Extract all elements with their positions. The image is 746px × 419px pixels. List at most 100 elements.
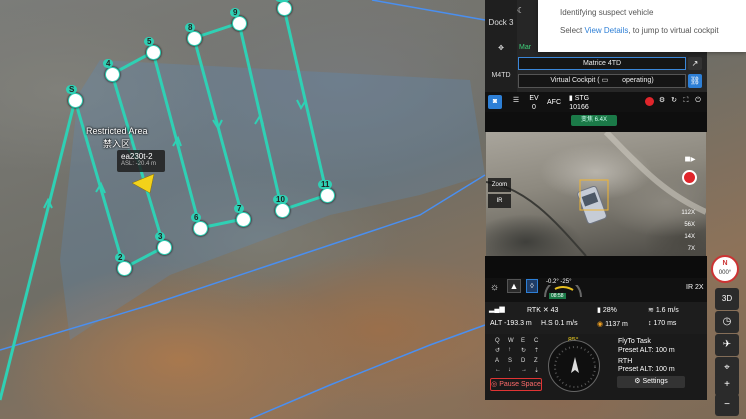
waypoint-marker[interactable]: 7 — [234, 204, 251, 227]
camera-icon[interactable]: ◙ — [488, 95, 502, 109]
cam-zoom-button[interactable]: Zoom — [488, 178, 511, 192]
camera-feed[interactable]: Zoom IR — [486, 132, 706, 256]
geofence-boundary-2 — [249, 324, 486, 419]
arrow-key-icon[interactable]: ↓ — [508, 367, 511, 373]
ir-zoom-level: IR 2X — [686, 284, 704, 291]
camera-toolbar: ◙ ☰ EV 0 AFC ▮ STG 10166 ⚙ ↻ ⛶ ⏻ — [485, 92, 707, 112]
key-w[interactable]: W — [508, 338, 514, 344]
battery-icon: ▮ — [597, 307, 601, 314]
waypoint-number: 10 — [273, 195, 288, 204]
settings-button[interactable]: ⚙ Settings — [617, 376, 685, 388]
refresh-icon[interactable]: ↻ — [669, 96, 679, 105]
view-3d-button[interactable]: 3D — [715, 288, 739, 310]
arrow-key-icon[interactable]: ↻ — [521, 347, 526, 354]
waypoint-marker[interactable]: 5 — [144, 37, 161, 60]
waypoint-marker[interactable]: 9 — [230, 8, 247, 31]
aircraft-model-short[interactable]: M4TD — [485, 72, 517, 79]
ev-label: EV — [529, 95, 539, 102]
waypoint-marker[interactable]: S — [66, 85, 83, 108]
waypoint-marker[interactable]: 12 — [275, 0, 292, 16]
compass-north: N — [722, 260, 728, 267]
pause-button[interactable]: ◎ Pause Space — [490, 378, 542, 391]
storage-indicator: ▮ STG 10166 — [567, 94, 591, 112]
aircraft-model-select[interactable]: Matrice 4TD — [518, 57, 686, 70]
arrow-key-icon[interactable]: ← — [495, 367, 501, 373]
drone-icon: ✥ — [498, 45, 504, 52]
arrow-key-icon[interactable]: ⇡ — [534, 347, 539, 354]
waypoint-marker[interactable]: 10 — [273, 195, 290, 218]
virtual-cockpit-status: operating) — [622, 77, 654, 84]
dial-graphic — [554, 346, 596, 388]
waypoint-number: 5 — [144, 37, 155, 46]
waypoint-number: 4 — [103, 59, 114, 68]
virtual-cockpit-button[interactable]: Virtual Cockpit ( ▭ operating) — [518, 74, 686, 88]
zoom-out-button[interactable]: − — [715, 394, 739, 416]
notification-popup[interactable]: Identifying suspect vehicle Select View … — [538, 0, 746, 52]
aircraft-tag[interactable]: ea230t-2 ASL: -20.4 m — [117, 150, 165, 172]
aircraft-locate-icon[interactable]: ✈ — [715, 334, 739, 356]
horizontal-speed-status: ≋ 1.6 m/s — [648, 306, 679, 314]
waypoint-marker[interactable]: 6 — [191, 213, 208, 236]
settings-sliders-icon[interactable]: ☰ — [509, 96, 523, 105]
waypoint-marker[interactable]: 11 — [318, 180, 335, 203]
history-icon[interactable]: ◷ — [715, 311, 739, 333]
notification-body-prefix: Select — [560, 26, 585, 35]
key-z[interactable]: Z — [534, 358, 538, 364]
heading-dial — [548, 340, 600, 392]
flyto-title: FlyTo Task — [618, 338, 651, 345]
afc-button[interactable]: AFC — [543, 98, 565, 107]
view-details-link[interactable]: View Details — [584, 26, 628, 35]
key-d[interactable]: D — [521, 358, 525, 364]
ev-value: 0 — [532, 104, 536, 111]
compass-button[interactable]: N 000° — [711, 255, 739, 283]
hs-speed: H.S 0.1 m/s — [541, 320, 578, 327]
rth-title: RTH — [618, 358, 633, 365]
key-e[interactable]: E — [521, 338, 525, 344]
waypoint-marker[interactable]: 8 — [185, 23, 202, 46]
satellite-icon: ✕ — [542, 307, 549, 314]
rtk-status: RTK ✕ 43 — [527, 306, 558, 314]
gear-icon[interactable]: ⚙ — [657, 96, 667, 105]
cam-ir-button[interactable]: IR — [488, 194, 511, 208]
key-s[interactable]: S — [508, 358, 512, 364]
dock-name[interactable]: Dock 3 — [485, 18, 517, 27]
aircraft-name: ea230t-2 — [121, 152, 153, 161]
share-icon[interactable]: ↗ — [688, 57, 702, 70]
virtual-cockpit-label: Virtual Cockpit ( — [550, 77, 600, 84]
record-button[interactable] — [682, 170, 697, 185]
notification-body-suffix: , to jump to virtual cockpit — [628, 26, 719, 35]
ev-control[interactable]: EV 0 — [527, 94, 541, 112]
waypoint-marker[interactable]: 3 — [155, 232, 172, 255]
drop-icon[interactable]: ◊ — [526, 279, 538, 293]
target-vehicle — [577, 185, 607, 225]
notification-body: Select View Details, to jump to virtual … — [560, 25, 740, 36]
zoom-in-button[interactable]: + — [715, 374, 739, 396]
height-icon: ↕ — [648, 320, 652, 327]
arrow-key-icon[interactable]: ↑ — [508, 347, 511, 353]
settings-gear-icon: ⚙ — [634, 378, 641, 385]
video-icon[interactable]: ■▸ — [683, 153, 697, 166]
landscape-icon[interactable]: ▲ — [507, 279, 521, 293]
arrow-key-icon[interactable]: ↺ — [495, 347, 500, 354]
arrow-key-icon[interactable]: → — [521, 367, 527, 373]
notification-title: Identifying suspect vehicle — [560, 8, 654, 17]
storage-value: 10166 — [569, 104, 589, 111]
zoom-level-mark[interactable]: 7X — [677, 246, 695, 252]
light-icon[interactable]: ☼ — [490, 282, 499, 293]
zoom-level-mark[interactable]: 56X — [677, 222, 695, 228]
waypoint-marker[interactable]: 2 — [115, 253, 132, 276]
distance-icon: ◉ — [597, 321, 604, 328]
waypoint-marker[interactable]: 4 — [103, 59, 120, 82]
key-c[interactable]: C — [534, 338, 538, 344]
key-q[interactable]: Q — [495, 338, 500, 344]
link-icon[interactable]: ⛓ — [688, 74, 702, 88]
zoom-level-mark[interactable]: 112X — [677, 210, 695, 216]
power-icon[interactable]: ⏻ — [693, 96, 703, 105]
zoom-level-mark[interactable]: 14X — [677, 234, 695, 240]
rtk-count: 43 — [550, 307, 559, 314]
pause-label: Pause Space — [499, 381, 541, 388]
fullscreen-icon[interactable]: ⛶ — [681, 96, 691, 105]
arrow-key-icon[interactable]: ⇣ — [534, 367, 539, 374]
wind-icon: ≋ — [648, 307, 654, 314]
key-a[interactable]: A — [495, 358, 499, 364]
